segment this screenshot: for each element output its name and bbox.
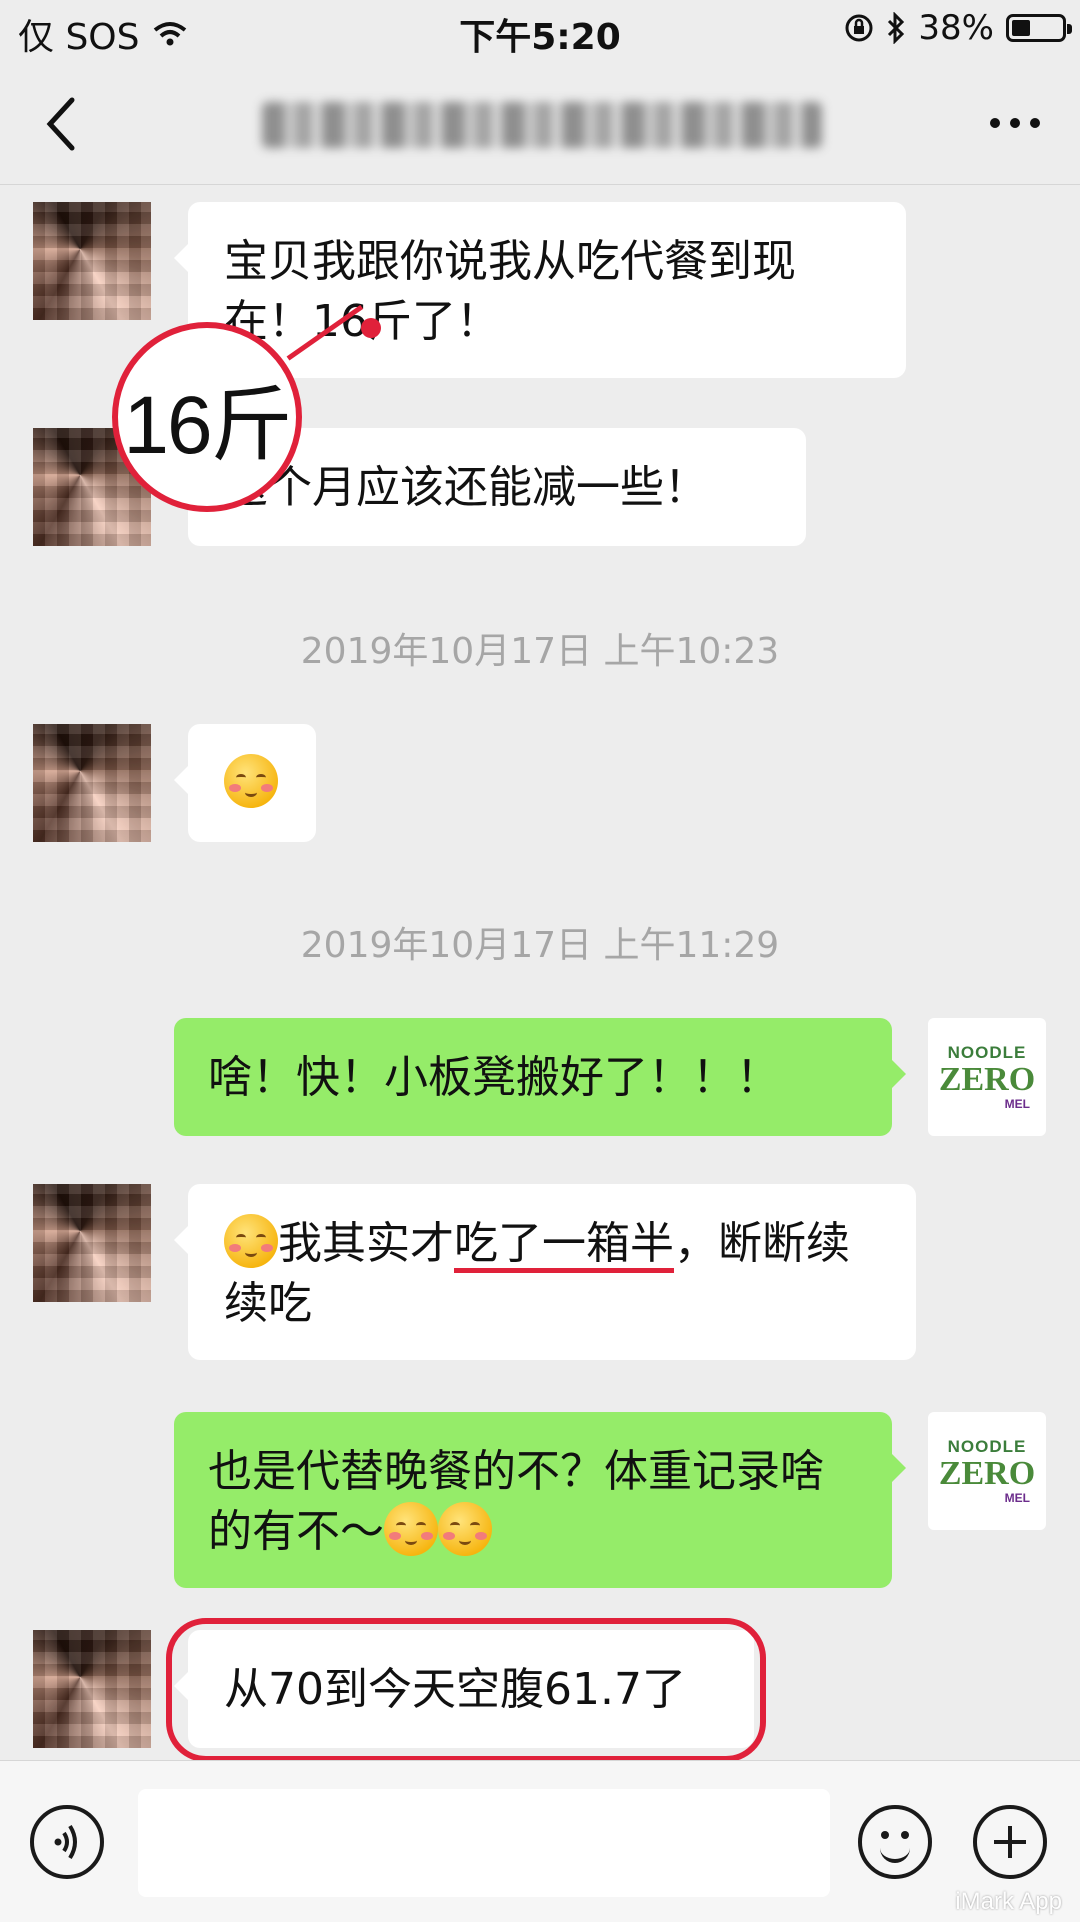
back-icon[interactable] [40, 94, 86, 154]
lock-rotation-icon [845, 14, 873, 42]
annotation-highlight-box [166, 1618, 766, 1762]
my-avatar[interactable]: NOODLE ZERO MEL [928, 1412, 1046, 1530]
flushed-face-icon [384, 1502, 438, 1556]
more-dot [990, 118, 1000, 128]
timestamp: 2019年10月17日 上午10:23 [300, 631, 780, 672]
mouth [880, 1841, 910, 1863]
battery-fill [1012, 20, 1030, 36]
battery-icon [1006, 14, 1072, 42]
annotation-pointer-dot [361, 318, 381, 338]
message-input[interactable] [138, 1789, 830, 1897]
chat-title-blurred: 聊天 [262, 102, 822, 148]
message-text: 宝贝我跟你说我从吃代餐到现在！16斤了！ [224, 236, 796, 347]
message-bubble-received[interactable] [174, 724, 316, 842]
input-bar: iMark App [0, 1760, 1080, 1922]
message-text: 我其实才 [278, 1218, 454, 1269]
avatar-logo-line2: ZERO [938, 1061, 1036, 1098]
battery-percent: 38% [918, 8, 994, 48]
more-dot [1030, 118, 1040, 128]
contact-avatar[interactable] [33, 1184, 151, 1302]
avatar-logo-line2: ZERO [938, 1455, 1036, 1492]
blushing-face-icon [224, 754, 278, 808]
eye [901, 1831, 909, 1839]
message-text: 啥！快！小板凳搬好了！！！ [208, 1052, 780, 1103]
voice-waves [54, 1824, 77, 1860]
avatar-logo-line3: MEL [1004, 1491, 1030, 1505]
blushing-face-icon [224, 1214, 278, 1268]
contact-avatar[interactable] [33, 1630, 151, 1748]
contact-avatar[interactable] [33, 202, 151, 320]
emoji-icon[interactable] [858, 1805, 932, 1879]
bluetooth-icon [888, 12, 905, 44]
annotation-text: 16斤 [123, 379, 292, 471]
avatar-logo-line1: NOODLE [947, 1043, 1027, 1062]
message-text-highlighted: 吃了一箱半 [454, 1218, 674, 1269]
chat-header: 聊天 [0, 62, 1080, 185]
more-icon[interactable] [990, 118, 1040, 128]
watermark: iMark App [955, 1888, 1062, 1915]
message-bubble-sent[interactable]: 也是代替晚餐的不？体重记录啥的有不～ [174, 1412, 906, 1588]
annotation-callout: 16斤 [112, 322, 302, 512]
status-right: 38% [844, 8, 1072, 48]
flushed-face-icon [438, 1502, 492, 1556]
message-bubble-sent[interactable]: 啥！快！小板凳搬好了！！！ [174, 1018, 906, 1136]
more-dot [1010, 118, 1020, 128]
message-bubble-received[interactable]: 我其实才吃了一箱半，断断续续吃 [174, 1184, 916, 1360]
message-text: 也是代替晚餐的不？体重记录啥的有不～ [208, 1446, 824, 1557]
status-bar: 仅 SOS 下午5:20 38% [0, 0, 1080, 62]
plus-icon[interactable] [973, 1805, 1047, 1879]
timestamp: 2019年10月17日 上午11:29 [300, 925, 780, 966]
avatar-logo-line3: MEL [1004, 1097, 1030, 1111]
my-avatar[interactable]: NOODLE ZERO MEL [928, 1018, 1046, 1136]
contact-avatar[interactable] [33, 724, 151, 842]
avatar-logo-line1: NOODLE [947, 1437, 1027, 1456]
eye [881, 1831, 889, 1839]
message-text: 这个月应该还能减一些！ [224, 462, 708, 513]
voice-icon[interactable] [30, 1805, 104, 1879]
